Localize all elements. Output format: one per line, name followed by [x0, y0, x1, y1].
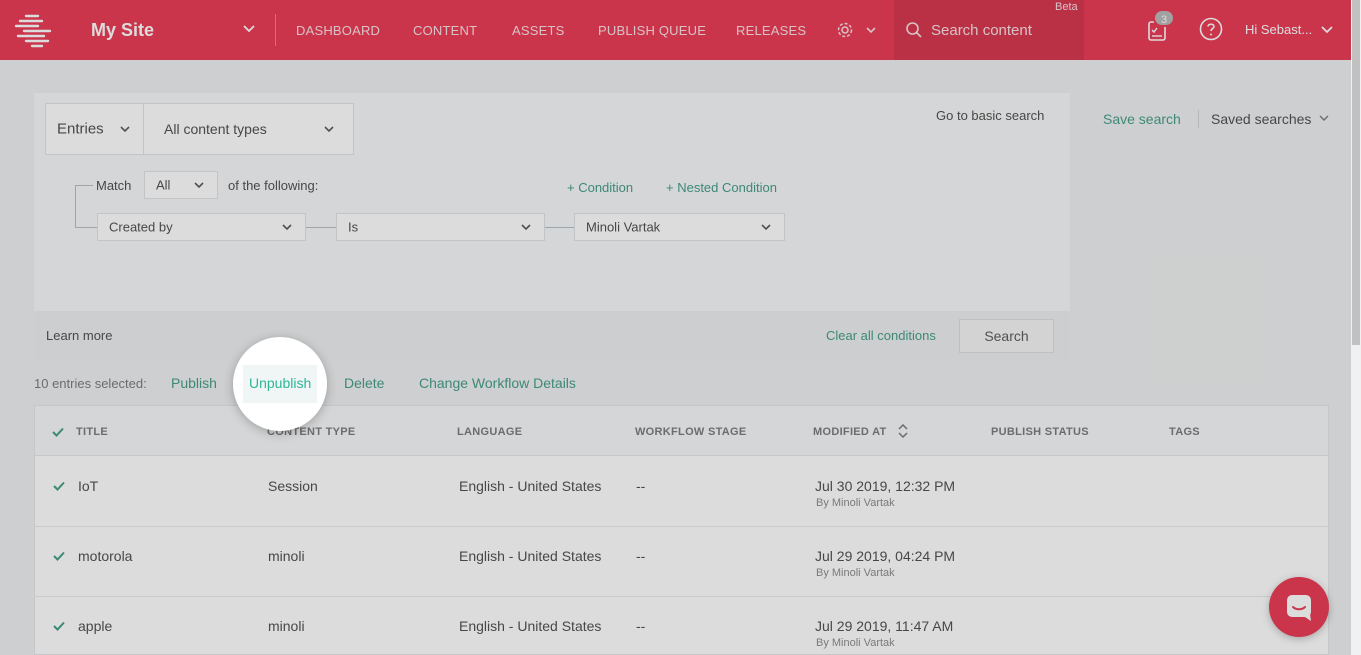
entries-table: TITLE CONTENT TYPE LANGUAGE WORKFLOW STA…	[34, 405, 1329, 655]
divider	[275, 14, 276, 46]
save-search-link[interactable]: Save search	[1103, 111, 1181, 127]
match-select[interactable]: All	[144, 171, 218, 199]
condition-field-select[interactable]: Created by	[97, 213, 306, 241]
chevron-down-icon[interactable]	[865, 24, 877, 36]
column-tags[interactable]: TAGS	[1169, 426, 1200, 438]
column-language[interactable]: LANGUAGE	[457, 426, 522, 438]
nav-content[interactable]: CONTENT	[413, 23, 477, 38]
column-workflow-stage[interactable]: WORKFLOW STAGE	[635, 426, 747, 438]
row-modified-by: By Minoli Vartak	[816, 567, 895, 579]
bulk-unpublish-link[interactable]: Unpublish	[249, 375, 311, 391]
table-row[interactable]: apple minoli English - United States -- …	[35, 597, 1328, 655]
bulk-publish-link[interactable]: Publish	[171, 375, 217, 391]
basic-search-link[interactable]: Go to basic search	[936, 108, 1044, 123]
sort-icon[interactable]	[898, 424, 908, 438]
row-title[interactable]: motorola	[78, 548, 132, 564]
row-language: English - United States	[459, 618, 602, 634]
tasks-count-badge: 3	[1153, 9, 1175, 27]
beta-label: Beta	[1055, 1, 1078, 13]
search-icon	[906, 22, 922, 38]
gear-icon[interactable]	[836, 21, 854, 39]
add-condition-link[interactable]: + Condition	[567, 180, 633, 195]
bulk-delete-link[interactable]: Delete	[344, 375, 384, 391]
entries-select[interactable]: Entries	[45, 103, 144, 155]
chevron-down-icon	[282, 224, 292, 231]
condition-value-select[interactable]: Minoli Vartak	[574, 213, 785, 241]
row-workflow-stage: --	[636, 548, 646, 564]
row-workflow-stage: --	[636, 478, 646, 494]
chevron-down-icon	[194, 182, 204, 189]
row-check-icon[interactable]	[53, 551, 65, 561]
bulk-change-workflow-link[interactable]: Change Workflow Details	[419, 375, 576, 391]
app-logo-icon[interactable]	[12, 10, 56, 50]
tree-connector	[545, 227, 574, 228]
tree-connector	[75, 185, 93, 186]
chevron-down-icon[interactable]	[242, 22, 256, 36]
chevron-down-icon[interactable]	[1318, 112, 1330, 124]
row-modified-at: Jul 30 2019, 12:32 PM	[815, 478, 956, 494]
top-bar: My Site DASHBOARD CONTENT ASSETS PUBLISH…	[0, 0, 1361, 60]
row-title[interactable]: apple	[78, 618, 112, 634]
table-header: TITLE CONTENT TYPE LANGUAGE WORKFLOW STA…	[35, 406, 1328, 456]
divider	[1198, 110, 1199, 128]
content-types-select[interactable]: All content types	[143, 103, 354, 155]
row-check-icon[interactable]	[53, 481, 65, 491]
row-check-icon[interactable]	[53, 621, 65, 631]
tree-connector	[75, 185, 76, 228]
match-label: Match	[96, 178, 132, 193]
nav-publish-queue[interactable]: PUBLISH QUEUE	[598, 23, 706, 38]
chevron-down-icon	[761, 224, 771, 231]
row-content-type: Session	[268, 478, 318, 494]
tree-connector	[306, 227, 336, 228]
site-name[interactable]: My Site	[91, 20, 154, 41]
nav-releases[interactable]: RELEASES	[736, 23, 806, 38]
select-all-check-icon[interactable]	[52, 427, 64, 437]
clear-all-conditions-link[interactable]: Clear all conditions	[826, 328, 936, 343]
of-following-label: of the following:	[228, 178, 319, 193]
table-row[interactable]: IoT Session English - United States -- J…	[35, 457, 1328, 527]
row-modified-by: By Minoli Vartak	[816, 637, 895, 649]
nav-dashboard[interactable]: DASHBOARD	[296, 23, 380, 38]
global-search-input[interactable]	[931, 20, 1071, 40]
row-title[interactable]: IoT	[78, 478, 98, 494]
row-modified-by: By Minoli Vartak	[816, 497, 895, 509]
chevron-down-icon	[324, 126, 334, 133]
chevron-down-icon[interactable]	[1320, 23, 1334, 37]
row-language: English - United States	[459, 548, 602, 564]
row-language: English - United States	[459, 478, 602, 494]
chevron-down-icon	[120, 126, 130, 133]
row-content-type: minoli	[268, 618, 305, 634]
selected-count: 10 entries selected:	[34, 376, 147, 391]
chevron-down-icon	[521, 224, 531, 231]
help-icon[interactable]	[1199, 17, 1223, 41]
saved-searches-dropdown[interactable]: Saved searches	[1211, 111, 1311, 127]
search-button[interactable]: Search	[959, 319, 1054, 353]
row-workflow-stage: --	[636, 618, 646, 634]
column-modified-at[interactable]: MODIFIED AT	[813, 426, 887, 438]
tree-connector	[75, 227, 97, 228]
chat-widget-button[interactable]	[1269, 577, 1329, 637]
chat-icon	[1287, 595, 1311, 621]
user-menu[interactable]: Hi Sebast...	[1245, 22, 1312, 37]
column-title[interactable]: TITLE	[76, 426, 108, 438]
row-modified-at: Jul 29 2019, 04:24 PM	[815, 548, 956, 564]
nav-assets[interactable]: ASSETS	[512, 23, 565, 38]
condition-operator-select[interactable]: Is	[336, 213, 545, 241]
table-row[interactable]: motorola minoli English - United States …	[35, 527, 1328, 597]
column-publish-status[interactable]: PUBLISH STATUS	[991, 426, 1089, 438]
add-nested-condition-link[interactable]: + Nested Condition	[666, 180, 777, 195]
learn-more-link[interactable]: Learn more	[46, 328, 112, 343]
row-modified-at: Jul 29 2019, 11:47 AM	[815, 618, 954, 634]
scrollbar-thumb[interactable]	[1352, 0, 1360, 345]
row-content-type: minoli	[268, 548, 305, 564]
